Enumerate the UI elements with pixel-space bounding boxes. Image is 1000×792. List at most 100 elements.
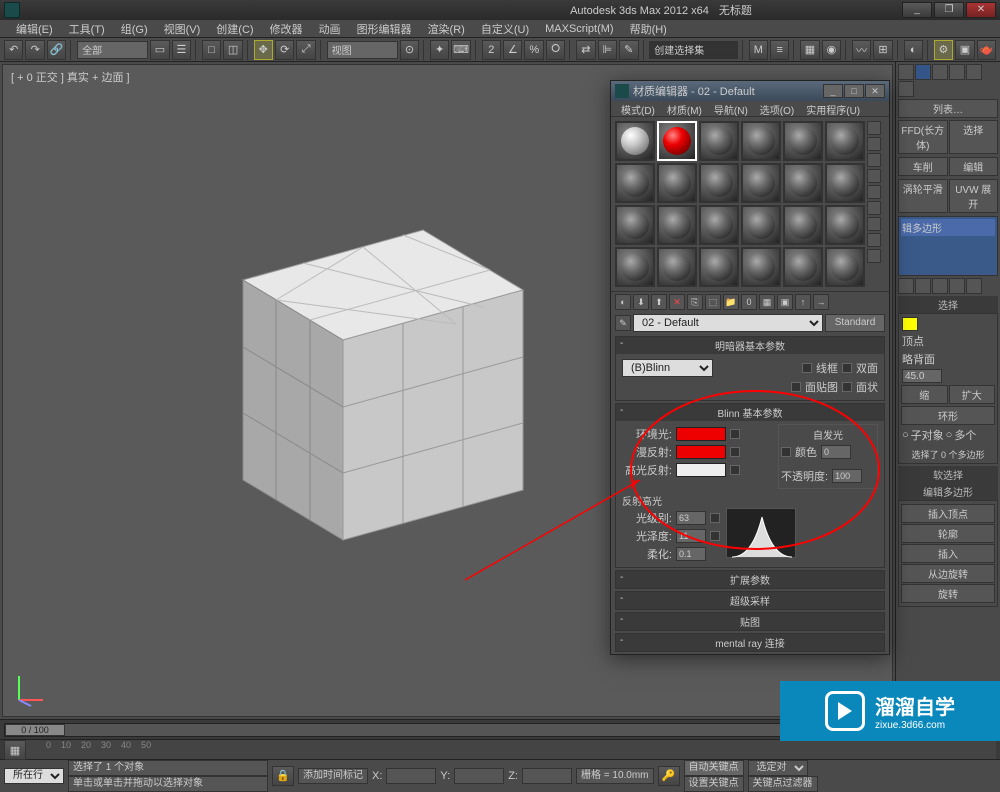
- mirror-icon[interactable]: ⇄: [576, 40, 595, 60]
- angle-input[interactable]: [902, 369, 942, 383]
- btn-select[interactable]: 选择: [949, 120, 999, 154]
- mat-slot-2[interactable]: [657, 121, 697, 161]
- btn-outline[interactable]: 轮廓: [901, 524, 995, 543]
- add-time-tag[interactable]: 添加时间标记: [298, 768, 368, 784]
- btn-car[interactable]: 车削: [898, 157, 948, 176]
- layer-icon[interactable]: ▦: [800, 40, 819, 60]
- modifier-stack-item[interactable]: 辑多边形: [901, 219, 995, 236]
- pivot-icon[interactable]: ⊙: [400, 40, 419, 60]
- options-icon[interactable]: [867, 217, 881, 231]
- schematic-icon[interactable]: ⊞: [873, 40, 892, 60]
- spinner-snap-icon[interactable]: ⭘: [546, 40, 565, 60]
- btn-uvw[interactable]: UVW 展开: [949, 179, 999, 213]
- named-selset-combo[interactable]: 创建选择集: [649, 41, 738, 59]
- selection-filter-combo[interactable]: 全部: [77, 41, 148, 59]
- redo-icon[interactable]: ↷: [25, 40, 44, 60]
- mat-menu-modes[interactable]: 模式(D): [615, 101, 661, 116]
- y-input[interactable]: [454, 768, 504, 784]
- show-map-icon[interactable]: ▦: [759, 294, 775, 310]
- ambient-lock[interactable]: [730, 429, 740, 439]
- make-unique-icon[interactable]: ⬚: [705, 294, 721, 310]
- rollout-selection[interactable]: 选择: [898, 296, 998, 313]
- time-slider-handle[interactable]: 0 / 100: [5, 724, 65, 736]
- material-type-button[interactable]: Standard: [825, 314, 885, 332]
- trackbar-toggle-icon[interactable]: ▦: [4, 740, 26, 760]
- cube-object[interactable]: [183, 175, 543, 555]
- mat-slot-11[interactable]: [783, 163, 823, 203]
- rollout-editpoly[interactable]: 编辑多边形: [898, 483, 998, 500]
- preview-icon[interactable]: [867, 201, 881, 215]
- mat-slot-19[interactable]: [615, 247, 655, 287]
- mat-slot-14[interactable]: [657, 205, 697, 245]
- gloss-map[interactable]: [710, 531, 720, 541]
- modify-tab-icon[interactable]: [915, 64, 931, 80]
- edit-icon[interactable]: ✎: [619, 40, 638, 60]
- menu-modifiers[interactable]: 修改器: [262, 19, 311, 39]
- stack-unique-icon[interactable]: [932, 278, 948, 294]
- undo-icon[interactable]: ↶: [4, 40, 23, 60]
- mat-slot-20[interactable]: [657, 247, 697, 287]
- keyfilter-button[interactable]: 关键点过滤器: [748, 776, 818, 792]
- mat-slot-17[interactable]: [783, 205, 823, 245]
- mat-menu-util[interactable]: 实用程序(U): [800, 101, 866, 116]
- keyboard-icon[interactable]: ⌨: [451, 40, 470, 60]
- mat-minimize-button[interactable]: _: [823, 84, 843, 98]
- twoside-checkbox[interactable]: [842, 363, 852, 373]
- show-end-icon[interactable]: ▣: [777, 294, 793, 310]
- rollout-extended[interactable]: 扩展参数: [616, 571, 884, 588]
- keyfilter-combo[interactable]: 选定对象: [748, 760, 808, 776]
- mat-slot-3[interactable]: [699, 121, 739, 161]
- minimize-button[interactable]: _: [902, 2, 932, 18]
- mat-slot-8[interactable]: [657, 163, 697, 203]
- mat-slot-24[interactable]: [825, 247, 865, 287]
- rect-select-icon[interactable]: □: [202, 40, 221, 60]
- material-name-combo[interactable]: 02 - Default: [633, 314, 823, 332]
- selfillum-checkbox[interactable]: [781, 447, 791, 457]
- selfillum-spinner[interactable]: [821, 445, 851, 459]
- menu-group[interactable]: 组(G): [113, 19, 156, 39]
- menu-maxscript[interactable]: MAXScript(M): [537, 21, 621, 37]
- diffuse-swatch[interactable]: [676, 445, 726, 459]
- sample-type-icon[interactable]: [867, 121, 881, 135]
- diffuse-map[interactable]: [730, 447, 740, 457]
- put-scene-icon[interactable]: ⬇: [633, 294, 649, 310]
- rollout-softsel[interactable]: 软选择: [898, 466, 998, 483]
- btn-insert[interactable]: 插入: [901, 544, 995, 563]
- mat-slot-5[interactable]: [783, 121, 823, 161]
- menu-help[interactable]: 帮助(H): [622, 19, 675, 39]
- create-tab-icon[interactable]: [898, 64, 914, 80]
- mat-slot-13[interactable]: [615, 205, 655, 245]
- stack-remove-icon[interactable]: [949, 278, 965, 294]
- rollout-shader[interactable]: 明暗器基本参数: [616, 337, 884, 354]
- mat-slot-4[interactable]: [741, 121, 781, 161]
- go-forward-icon[interactable]: →: [813, 294, 829, 310]
- mat-menu-material[interactable]: 材质(M): [661, 101, 708, 116]
- mat-slot-9[interactable]: [699, 163, 739, 203]
- curve-editor-icon[interactable]: 〰: [852, 40, 871, 60]
- mat-close-button[interactable]: ✕: [865, 84, 885, 98]
- mirror2-icon[interactable]: M: [749, 40, 768, 60]
- mat-slot-18[interactable]: [825, 205, 865, 245]
- mat-titlebar[interactable]: 材质编辑器 - 02 - Default _ □ ✕: [611, 81, 889, 101]
- motion-tab-icon[interactable]: [949, 64, 965, 80]
- mat-slot-6[interactable]: [825, 121, 865, 161]
- btn-edit[interactable]: 编辑: [949, 157, 999, 176]
- manipulate-icon[interactable]: ✦: [430, 40, 449, 60]
- rollout-supersample[interactable]: 超级采样: [616, 592, 884, 609]
- rollout-blinn[interactable]: Blinn 基本参数: [616, 404, 884, 421]
- mat-slot-16[interactable]: [741, 205, 781, 245]
- mat-slot-22[interactable]: [741, 247, 781, 287]
- menu-customize[interactable]: 自定义(U): [473, 19, 537, 39]
- faceted-checkbox[interactable]: [842, 382, 852, 392]
- btn-from-edge[interactable]: 从边旋转: [901, 564, 995, 583]
- script-listener-combo[interactable]: 所在行:: [4, 768, 64, 784]
- mat-slot-12[interactable]: [825, 163, 865, 203]
- subobject-color[interactable]: [902, 317, 918, 331]
- mat-slot-7[interactable]: [615, 163, 655, 203]
- setkey-button[interactable]: 设置关键点: [684, 776, 744, 792]
- utilities-tab-icon[interactable]: [898, 81, 914, 97]
- background-icon[interactable]: [867, 153, 881, 167]
- pick-material-icon[interactable]: ✎: [615, 315, 631, 331]
- rollout-maps[interactable]: 贴图: [616, 613, 884, 630]
- mat-slot-10[interactable]: [741, 163, 781, 203]
